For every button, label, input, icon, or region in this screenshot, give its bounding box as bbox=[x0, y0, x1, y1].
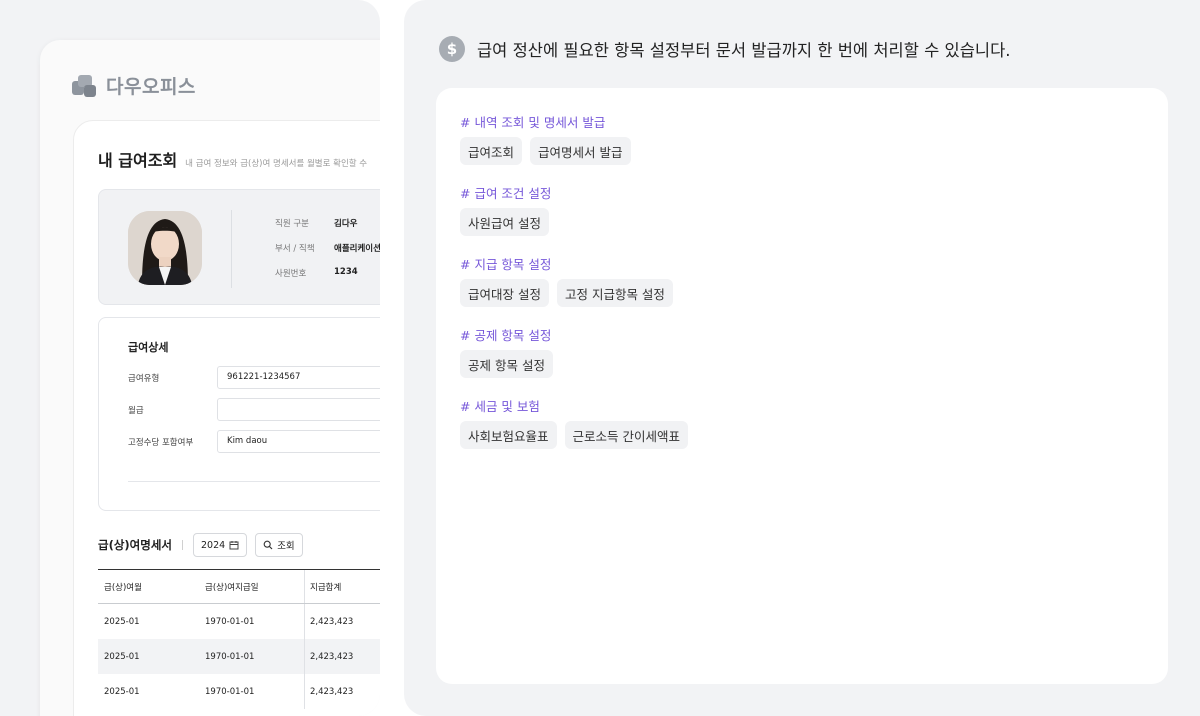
section-title: # 공제 항목 설정 bbox=[460, 328, 552, 343]
feature-section: # 지급 항목 설정 급여대장 설정 고정 지급항목 설정 bbox=[460, 254, 673, 307]
profile-label: 부서 / 직책 bbox=[275, 244, 315, 254]
table-cell: 2025-01 bbox=[104, 651, 140, 662]
payroll-detail-panel: 급여상세 급여유형 961221-1234567 월급 고정수당 포함여부 Ki… bbox=[98, 317, 380, 511]
table-row[interactable]: 2025-01 1970-01-01 2,423,423 bbox=[98, 604, 380, 639]
feature-chip[interactable]: 급여대장 설정 bbox=[460, 279, 549, 307]
page-title: 내 급여조회 bbox=[98, 151, 178, 170]
section-title: # 지급 항목 설정 bbox=[460, 257, 552, 272]
page-header: 내 급여조회 내 급여 정보와 급(상)여 명세서를 월별로 확인할 수 bbox=[98, 147, 367, 171]
field-label: 고정수당 포함여부 bbox=[128, 438, 194, 448]
table-cell: 1970-01-01 bbox=[205, 651, 255, 662]
year-value: 2024 bbox=[201, 539, 226, 551]
statement-title: 급(상)여명세서 bbox=[98, 538, 172, 552]
fixed-allowance-field[interactable]: Kim daou bbox=[217, 430, 380, 453]
feature-headline: $ 급여 정산에 필요한 항목 설정부터 문서 발급까지 한 번에 처리할 수 … bbox=[439, 36, 1011, 62]
pay-type-field[interactable]: 961221-1234567 bbox=[217, 366, 380, 389]
monthly-pay-field[interactable] bbox=[217, 398, 380, 421]
feature-panel: $ 급여 정산에 필요한 항목 설정부터 문서 발급까지 한 번에 처리할 수 … bbox=[404, 0, 1200, 716]
page-subtitle: 내 급여 정보와 급(상)여 명세서를 월별로 확인할 수 bbox=[185, 159, 368, 169]
field-label: 급여유형 bbox=[128, 374, 160, 384]
divider bbox=[128, 481, 380, 482]
statement-toolbar: 급(상)여명세서 2024 조회 bbox=[98, 533, 303, 557]
feature-chip[interactable]: 근로소득 간이세액표 bbox=[564, 421, 688, 449]
profile-row: 사원번호 1234 bbox=[275, 267, 358, 279]
table-cell: 2,423,423 bbox=[304, 674, 380, 709]
table-header: 급(상)여월 급(상)여지급일 지급합계 bbox=[98, 569, 380, 604]
logo-text: 다우오피스 bbox=[106, 76, 196, 98]
statement-table: 급(상)여월 급(상)여지급일 지급합계 2025-01 1970-01-01 … bbox=[98, 569, 380, 709]
logo-icon bbox=[72, 73, 98, 99]
feature-section: # 세금 및 보험 사회보험요율표 근로소득 간이세액표 bbox=[460, 396, 688, 449]
table-cell: 1970-01-01 bbox=[205, 616, 255, 627]
feature-chip[interactable]: 고정 지급항목 설정 bbox=[556, 279, 673, 307]
profile-row: 직원 구분 김다우 bbox=[275, 217, 357, 229]
avatar bbox=[128, 211, 202, 285]
app-window: 다우오피스 내 급여조회 내 급여 정보와 급(상)여 명세서를 월별로 확인할… bbox=[40, 40, 380, 716]
profile-card: 직원 구분 김다우 부서 / 직책 애플리케이션 사원번호 1234 bbox=[98, 189, 380, 305]
feature-chip[interactable]: 급여조회 bbox=[460, 137, 523, 165]
search-icon bbox=[263, 540, 273, 550]
feature-chip[interactable]: 사회보험요율표 bbox=[460, 421, 557, 449]
table-cell: 2,423,423 bbox=[304, 639, 380, 674]
profile-label: 사원번호 bbox=[275, 269, 307, 279]
profile-value: 김다우 bbox=[334, 219, 358, 229]
column-header: 지급합계 bbox=[304, 570, 380, 603]
table-row[interactable]: 2025-01 1970-01-01 2,423,423 bbox=[98, 639, 380, 674]
profile-value: 애플리케이션 bbox=[334, 244, 380, 254]
column-header: 급(상)여월 bbox=[104, 582, 142, 593]
feature-chip[interactable]: 공제 항목 설정 bbox=[460, 350, 553, 378]
table-row[interactable]: 2025-01 1970-01-01 2,423,423 bbox=[98, 674, 380, 709]
profile-value: 1234 bbox=[334, 267, 358, 277]
table-cell: 2,423,423 bbox=[304, 604, 380, 639]
search-label: 조회 bbox=[277, 541, 295, 552]
headline-text: 급여 정산에 필요한 항목 설정부터 문서 발급까지 한 번에 처리할 수 있습… bbox=[477, 41, 1011, 60]
app-logo: 다우오피스 bbox=[72, 72, 196, 99]
table-cell: 1970-01-01 bbox=[205, 686, 255, 697]
section-title: # 급여 조건 설정 bbox=[460, 186, 552, 201]
table-cell: 2025-01 bbox=[104, 686, 140, 697]
divider bbox=[182, 540, 183, 550]
field-label: 월급 bbox=[128, 406, 144, 416]
year-select[interactable]: 2024 bbox=[193, 533, 248, 557]
table-cell: 2025-01 bbox=[104, 616, 140, 627]
calendar-icon bbox=[229, 541, 239, 550]
left-preview-panel: 다우오피스 내 급여조회 내 급여 정보와 급(상)여 명세서를 월별로 확인할… bbox=[0, 0, 380, 716]
profile-divider bbox=[231, 210, 232, 288]
search-button[interactable]: 조회 bbox=[255, 533, 303, 557]
feature-chip[interactable]: 급여명세서 발급 bbox=[530, 137, 631, 165]
feature-section: # 급여 조건 설정 사원급여 설정 bbox=[460, 183, 551, 236]
column-header: 급(상)여지급일 bbox=[205, 582, 259, 593]
section-title: # 세금 및 보험 bbox=[460, 399, 540, 414]
profile-row: 부서 / 직책 애플리케이션 bbox=[275, 242, 380, 254]
feature-list-card: # 내역 조회 및 명세서 발급 급여조회 급여명세서 발급 # 급여 조건 설… bbox=[436, 88, 1168, 684]
feature-section: # 내역 조회 및 명세서 발급 급여조회 급여명세서 발급 bbox=[460, 112, 631, 165]
feature-section: # 공제 항목 설정 공제 항목 설정 bbox=[460, 325, 553, 378]
feature-chip[interactable]: 사원급여 설정 bbox=[460, 208, 549, 236]
payroll-page: 내 급여조회 내 급여 정보와 급(상)여 명세서를 월별로 확인할 수 직원 … bbox=[73, 120, 380, 716]
detail-title: 급여상세 bbox=[128, 341, 169, 354]
profile-label: 직원 구분 bbox=[275, 219, 309, 229]
dollar-icon: $ bbox=[439, 36, 465, 62]
section-title: # 내역 조회 및 명세서 발급 bbox=[460, 115, 606, 130]
